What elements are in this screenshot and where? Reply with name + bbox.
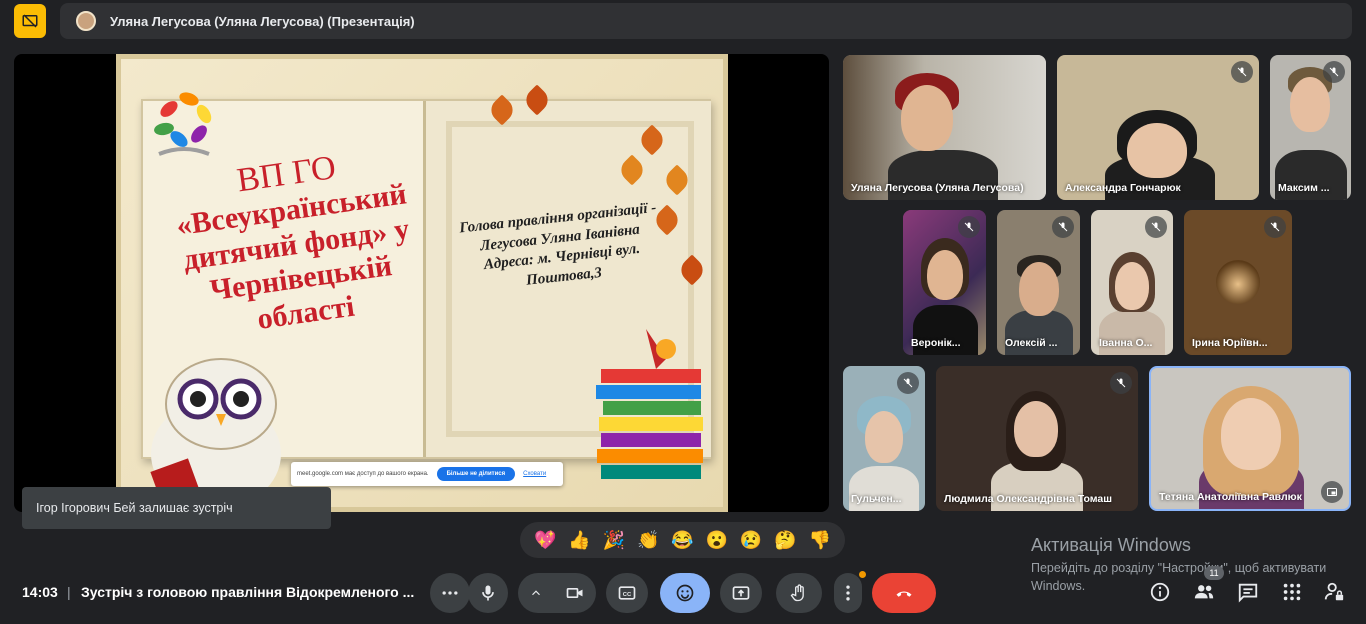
lock-person-icon: [1324, 582, 1344, 601]
chat-button[interactable]: [1236, 580, 1260, 604]
presenter-title: Уляна Легусова (Уляна Легусова) (Презент…: [110, 13, 415, 29]
more-vert-icon: [846, 585, 850, 601]
reaction-thumbs-up[interactable]: 👍: [568, 530, 590, 551]
participant-tile[interactable]: Ірина Юріївн...: [1184, 210, 1292, 355]
svg-text:CC: CC: [623, 592, 632, 598]
books-illustration-icon: [596, 329, 703, 479]
mic-off-icon: [1110, 372, 1132, 394]
more-options-button[interactable]: [834, 571, 866, 613]
people-icon: [1194, 585, 1214, 599]
microphone-button[interactable]: [468, 573, 508, 613]
participant-tile[interactable]: Гульчен...: [843, 366, 925, 511]
apps-grid-icon: [1283, 583, 1301, 601]
reaction-surprised[interactable]: 😮: [706, 530, 728, 551]
mic-off-icon: [1323, 61, 1345, 83]
present-screen-button[interactable]: [720, 573, 762, 613]
participant-name: Александра Гончарюк: [1065, 182, 1181, 194]
hand-icon: [790, 584, 804, 602]
info-icon: [1150, 582, 1170, 602]
mic-off-icon: [1231, 61, 1253, 83]
activities-button[interactable]: [1280, 580, 1304, 604]
fund-logo-icon: [154, 92, 212, 156]
reaction-thinking[interactable]: 🤔: [774, 530, 796, 551]
participant-tile[interactable]: Максим ...: [1270, 55, 1351, 200]
toast-text: Ігор Ігорович Бей залишає зустріч: [36, 501, 233, 515]
mic-off-icon: [897, 372, 919, 394]
captions-icon: CC: [618, 586, 636, 600]
participant-tile[interactable]: Александра Гончарюк: [1057, 55, 1259, 200]
meeting-title: Зустріч з головою правління Відокремлено…: [81, 584, 415, 600]
participant-name: Уляна Легусова (Уляна Легусова): [851, 182, 1024, 194]
mic-off-icon: [1145, 216, 1167, 238]
participant-tile[interactable]: Іванна О...: [1091, 210, 1173, 355]
chat-icon: [1238, 583, 1258, 603]
host-controls-button[interactable]: [1322, 580, 1346, 604]
presentation-slide: ВП ГО «Всеукраїнський дитячий фонд» у Че…: [116, 54, 728, 512]
reaction-heart[interactable]: 💖: [534, 530, 556, 551]
pip-icon[interactable]: [1321, 481, 1343, 503]
notification-dot: [859, 571, 866, 578]
participant-tile[interactable]: Уляна Легусова (Уляна Легусова): [843, 55, 1046, 200]
participant-tile[interactable]: Тетяна Анатоліївна Равлюк: [1149, 366, 1351, 511]
bottom-bar: 14:03 | Зустріч з головою правління Відо…: [0, 566, 1366, 624]
mic-off-icon: [1264, 216, 1286, 238]
end-call-icon: [896, 591, 912, 597]
participant-tile[interactable]: Веронік...: [903, 210, 986, 355]
presentation-stage[interactable]: ВП ГО «Всеукраїнський дитячий фонд» у Че…: [14, 54, 829, 512]
reaction-laugh[interactable]: 😂: [671, 530, 693, 551]
participant-name: Олексій ...: [1005, 337, 1058, 349]
camera-icon: [566, 588, 583, 598]
raise-hand-button[interactable]: [776, 573, 822, 613]
presenter-pill: Уляна Легусова (Уляна Легусова) (Презент…: [60, 3, 1352, 39]
mic-off-icon: [958, 216, 980, 238]
stop-sharing-button[interactable]: Більше не ділитися: [436, 467, 516, 481]
avatar: [1216, 260, 1260, 304]
more-options-left-button[interactable]: [430, 573, 470, 613]
participant-name: Максим ...: [1278, 182, 1330, 194]
leave-notification-toast: Ігор Ігорович Бей залишає зустріч: [22, 487, 331, 529]
reactions-bar: 💖 👍 🎉 👏 😂 😮 😢 🤔 👎: [520, 522, 845, 558]
reaction-party[interactable]: 🎉: [603, 530, 625, 551]
microphone-icon: [482, 585, 494, 601]
participant-name: Людмила Олександрівна Томаш: [944, 493, 1112, 505]
camera-button[interactable]: [518, 573, 596, 613]
participant-tile[interactable]: Людмила Олександрівна Томаш: [936, 366, 1138, 511]
top-bar: Уляна Легусова (Уляна Легусова) (Презент…: [0, 0, 1366, 44]
participant-name: Веронік...: [911, 337, 961, 349]
reactions-button[interactable]: [660, 573, 710, 613]
slide-title: ВП ГО «Всеукраїнський дитячий фонд» у Че…: [174, 148, 412, 336]
hide-notice-link[interactable]: Сховати: [523, 471, 546, 477]
people-count-badge: 11: [1204, 566, 1224, 580]
clock: 14:03: [22, 584, 58, 600]
participant-name: Іванна О...: [1099, 337, 1153, 349]
chevron-up-icon: [532, 590, 540, 596]
leave-call-button[interactable]: [872, 573, 936, 613]
captions-button[interactable]: CC: [606, 573, 648, 613]
presentation-icon[interactable]: [14, 4, 46, 38]
meeting-info-button[interactable]: [1148, 580, 1172, 604]
reaction-thumbs-down[interactable]: 👎: [809, 530, 831, 551]
reaction-clap[interactable]: 👏: [637, 530, 659, 551]
participant-name: Ірина Юріївн...: [1192, 337, 1268, 349]
reaction-sad[interactable]: 😢: [740, 530, 762, 551]
participant-tile[interactable]: Олексій ...: [997, 210, 1080, 355]
avatar: [76, 11, 96, 31]
present-icon: [732, 586, 750, 600]
mic-off-icon: [1052, 216, 1074, 238]
emoji-icon: [676, 584, 694, 602]
participant-name: Тетяна Анатоліївна Равлюк: [1159, 491, 1302, 503]
people-button[interactable]: [1192, 580, 1216, 604]
separator: |: [67, 584, 71, 600]
watermark-title: Активація Windows: [1031, 535, 1191, 555]
participant-name: Гульчен...: [851, 493, 902, 505]
screen-share-notice: meet.google.com має доступ до вашого екр…: [291, 462, 563, 486]
